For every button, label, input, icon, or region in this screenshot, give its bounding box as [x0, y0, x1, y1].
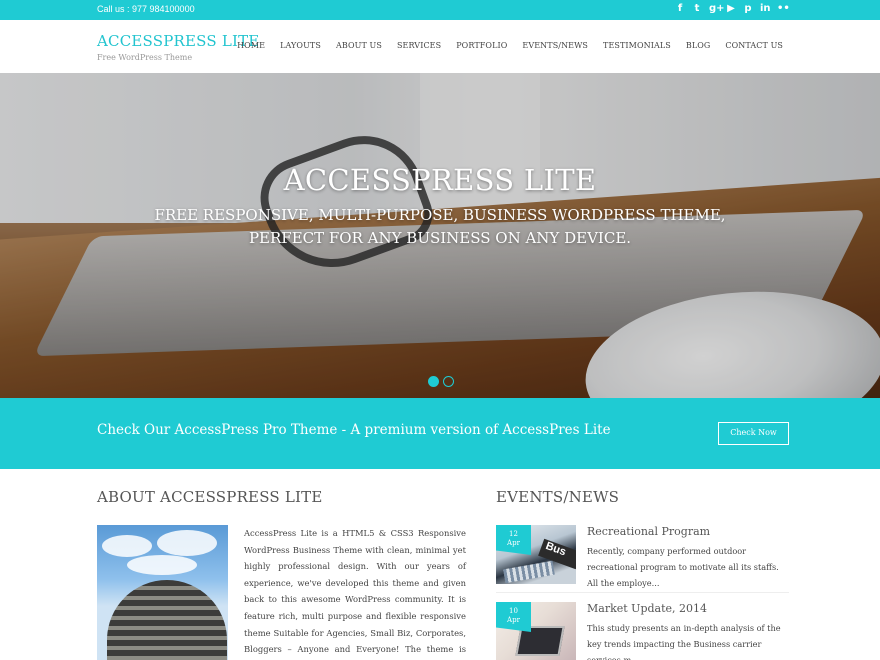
site-tagline: Free WordPress Theme [97, 53, 193, 62]
about-section-title: ABOUT ACCESSPRESS LITE [97, 488, 323, 506]
slider-dot-1[interactable] [428, 376, 439, 387]
flickr-icon[interactable]: •• [777, 2, 790, 16]
cta-text: Check Our AccessPress Pro Theme - A prem… [97, 422, 611, 438]
social-links: f t g+ ▶ p in •• [675, 2, 790, 16]
nav-testimonials[interactable]: TESTIMONIALS [603, 41, 671, 50]
about-image [97, 525, 228, 660]
check-now-button[interactable]: Check Now [718, 422, 789, 445]
pinterest-icon[interactable]: p [743, 2, 753, 16]
event-description: This study presents an in-depth analysis… [587, 623, 781, 660]
slider-dot-2[interactable] [443, 376, 454, 387]
event-date-badge: 10 Apr [496, 602, 531, 632]
nav-events-news[interactable]: EVENTS/NEWS [522, 41, 588, 50]
nav-about-us[interactable]: ABOUT US [336, 41, 382, 50]
event-item[interactable]: Bus 12 Apr Recreational Program Recently… [496, 525, 789, 589]
nav-portfolio[interactable]: PORTFOLIO [456, 41, 507, 50]
hero-title: ACCESSPRESS LITE [283, 163, 597, 197]
event-month: Apr [507, 539, 520, 547]
main-nav: HOME LAYOUTS ABOUT US SERVICES PORTFOLIO… [237, 41, 783, 50]
about-text: AccessPress Lite is a HTML5 & CSS3 Respo… [244, 528, 466, 655]
event-day: 12 [509, 530, 518, 538]
site-title[interactable]: ACCESSPRESS LITE [97, 32, 259, 50]
site-header: ACCESSPRESS LITE Free WordPress Theme HO… [0, 20, 880, 73]
cta-banner: Check Our AccessPress Pro Theme - A prem… [0, 398, 880, 469]
event-description: Recently, company performed outdoor recr… [587, 546, 779, 588]
nav-blog[interactable]: BLOG [686, 41, 711, 50]
hero-subtitle: FREE RESPONSIVE, MULTI-PURPOSE, BUSINESS… [154, 206, 726, 247]
googleplus-icon[interactable]: g+ [709, 2, 725, 16]
youtube-icon[interactable]: ▶ [726, 2, 736, 16]
event-month: Apr [507, 616, 520, 624]
facebook-icon[interactable]: f [675, 2, 685, 16]
hero-slider: ACCESSPRESS LITE FREE RESPONSIVE, MULTI-… [0, 73, 880, 398]
event-item[interactable]: 10 Apr Market Update, 2014 This study pr… [496, 602, 789, 660]
nav-layouts[interactable]: LAYOUTS [280, 41, 321, 50]
event-day: 10 [509, 607, 518, 615]
phone-number: Call us : 977 984100000 [97, 4, 195, 14]
events-section-title: EVENTS/NEWS [496, 488, 620, 506]
twitter-icon[interactable]: t [692, 2, 702, 16]
linkedin-icon[interactable]: in [760, 2, 771, 16]
event-date-badge: 12 Apr [496, 525, 531, 555]
top-bar: Call us : 977 984100000 f t g+ ▶ p in •• [0, 0, 880, 20]
nav-contact-us[interactable]: CONTACT US [725, 41, 783, 50]
event-title[interactable]: Market Update, 2014 [587, 602, 707, 615]
slider-pagination [428, 376, 454, 387]
event-divider [496, 592, 789, 593]
nav-home[interactable]: HOME [237, 41, 265, 50]
nav-services[interactable]: SERVICES [397, 41, 441, 50]
event-title[interactable]: Recreational Program [587, 525, 710, 538]
